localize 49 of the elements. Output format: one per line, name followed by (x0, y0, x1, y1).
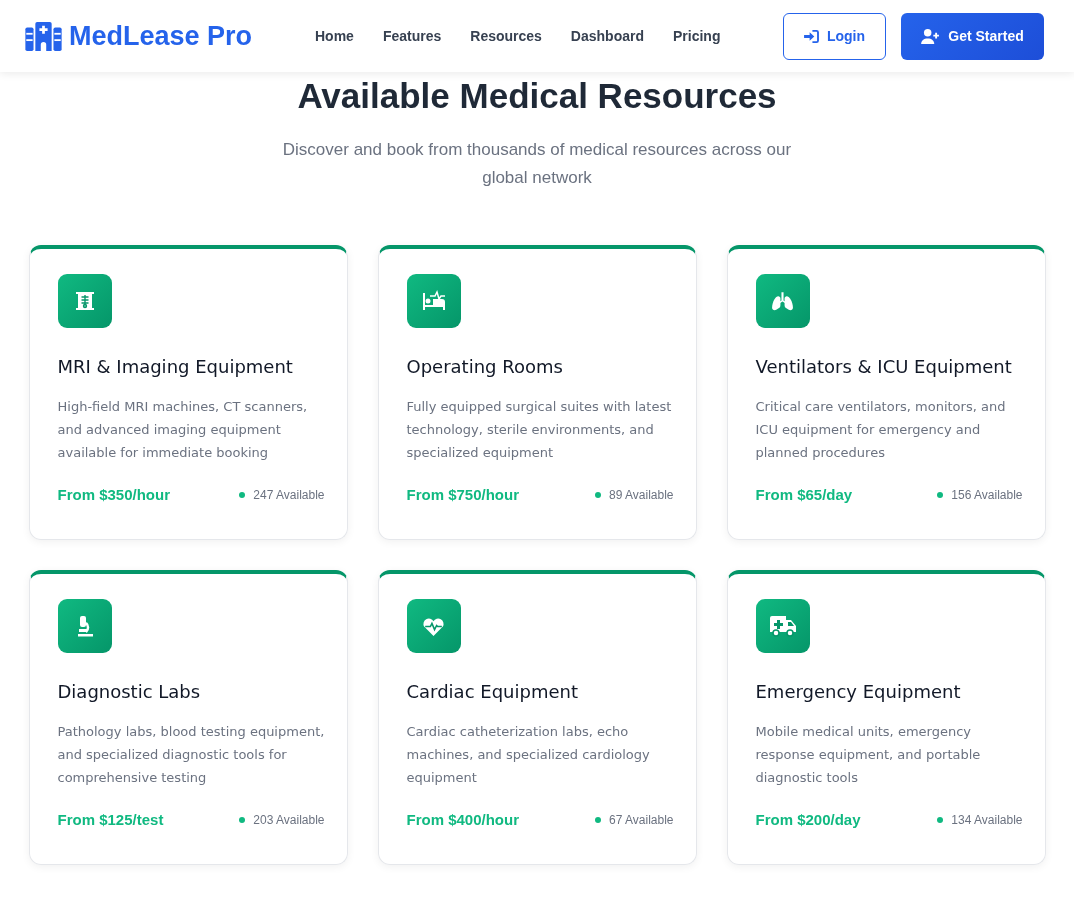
add-user-icon (921, 28, 941, 44)
price-text: From $200/day (755, 811, 861, 828)
card-title: Cardiac Equipment (406, 680, 579, 704)
section-subtitle: Discover and book from thousands of medical resources across our global network (281, 139, 793, 189)
sign-in-icon (803, 29, 819, 43)
availability-text: 247 Available (253, 487, 325, 502)
card-title: Diagnostic Labs (57, 680, 202, 704)
status-dot (937, 491, 944, 498)
card-description: Fully equipped surgical suites with latest technology, sterile environments, and specialized equipment (406, 398, 673, 462)
card-title: Emergency Equipment (755, 680, 962, 704)
xray-icon (57, 274, 112, 328)
status-dot (239, 491, 246, 498)
availability-text: 67 Available (609, 812, 674, 827)
price-text: From $400/hour (406, 811, 520, 828)
nav-link[interactable]: Pricing (673, 28, 721, 44)
availability-text: 203 Available (253, 812, 325, 827)
price-text: From $750/hour (406, 486, 520, 503)
card-title: MRI & Imaging Equipment (57, 355, 294, 379)
availability-text: 134 Available (951, 812, 1023, 827)
availability-text: 89 Available (609, 487, 674, 502)
status-dot (239, 816, 246, 823)
nav-link[interactable]: Home (315, 28, 354, 44)
card-description: Critical care ventilators, monitors, and ICU equipment for emergency and planned procedures (755, 398, 1007, 462)
status-dot (937, 816, 944, 823)
card-description: Pathology labs, blood testing equipment, and specialized diagnostic tools for comprehensive testing (57, 723, 325, 787)
microscope-icon (57, 599, 112, 653)
hospital-bed-icon (406, 274, 461, 328)
price-text: From $125/test (57, 811, 164, 828)
card-description: Mobile medical units, emergency response equipment, and portable diagnostic tools (755, 723, 982, 787)
heartbeat-icon (406, 599, 461, 653)
nav-link[interactable]: Resources (470, 28, 542, 44)
hospital-icon (25, 21, 62, 51)
card-title: Ventilators & ICU Equipment (755, 355, 1013, 379)
get-started-button[interactable]: Get Started (901, 12, 1044, 60)
section-title: Available Medical Resources (297, 76, 777, 116)
card-title: Operating Rooms (406, 355, 564, 379)
price-text: From $350/hour (57, 486, 171, 503)
logo-text[interactable]: MedLease Pro (69, 20, 253, 52)
status-dot (595, 816, 601, 823)
price-text: From $65/day (755, 486, 853, 503)
card-description: Cardiac catheterization labs, echo machines, and specialized cardiology equipment (406, 723, 651, 787)
status-dot (595, 491, 601, 498)
nav-link[interactable]: Features (382, 28, 442, 44)
ambulance-icon (755, 599, 810, 653)
availability-text: 156 Available (951, 487, 1023, 502)
lungs-icon (755, 274, 810, 328)
login-button[interactable]: Login (783, 12, 886, 60)
card-description: High-field MRI machines, CT scanners, and advanced imaging equipment available for immediate booking (57, 398, 309, 462)
nav-link[interactable]: Dashboard (570, 28, 644, 44)
